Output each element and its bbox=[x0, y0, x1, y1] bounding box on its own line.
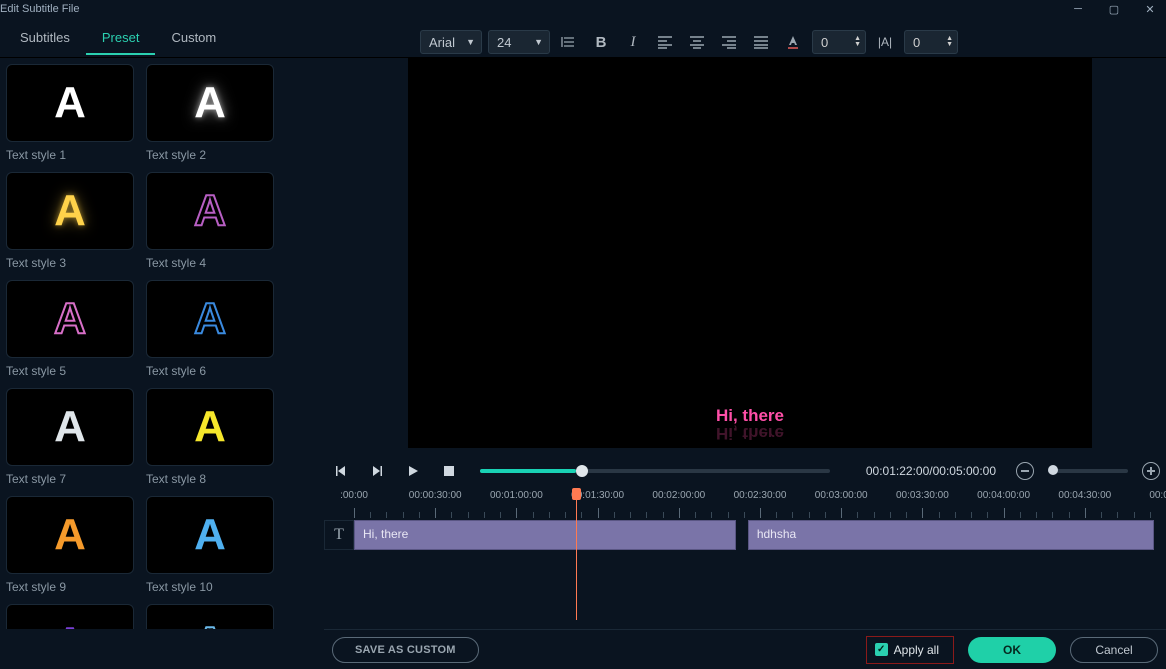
preset-style-label: Text style 5 bbox=[6, 364, 134, 378]
ruler-tick: :00:00 bbox=[340, 490, 368, 501]
maximize-button[interactable]: ▢ bbox=[1102, 3, 1126, 16]
seek-knob[interactable] bbox=[576, 465, 588, 477]
align-justify-button[interactable] bbox=[748, 30, 774, 54]
preset-style-label: Text style 2 bbox=[146, 148, 274, 162]
minimize-button[interactable]: ─ bbox=[1066, 3, 1090, 16]
preset-style-12[interactable]: AText style 12 bbox=[146, 604, 274, 629]
preset-style-8[interactable]: AText style 8 bbox=[146, 388, 274, 486]
subtitle-clip-1[interactable]: Hi, there bbox=[354, 520, 736, 550]
preset-style-label: Text style 6 bbox=[146, 364, 274, 378]
timecode: 00:01:22:00/00:05:00:00 bbox=[866, 464, 996, 478]
line-spacing-stepper[interactable]: 0 ▲▼ bbox=[904, 30, 958, 54]
apply-all-label: Apply all bbox=[894, 643, 939, 657]
apply-all-checkbox[interactable]: ✓ bbox=[875, 643, 888, 656]
ruler-tick: 00:05:0 bbox=[1149, 490, 1166, 501]
ruler-tick: 00:02:00:00 bbox=[652, 490, 705, 501]
letter-spacing-icon[interactable]: |A| bbox=[872, 30, 898, 54]
preset-style-11[interactable]: AText style 11 bbox=[6, 604, 134, 629]
play-button[interactable] bbox=[402, 460, 424, 482]
align-left-button[interactable] bbox=[652, 30, 678, 54]
preset-style-label: Text style 7 bbox=[6, 472, 134, 486]
subtitle-clip-2[interactable]: hdhsha bbox=[748, 520, 1154, 550]
chevron-down-icon: ▼ bbox=[534, 37, 543, 47]
char-spacing-stepper[interactable]: 0 ▲▼ bbox=[812, 30, 866, 54]
next-frame-button[interactable] bbox=[366, 460, 388, 482]
font-select[interactable]: Arial ▼ bbox=[420, 30, 482, 54]
tab-preset[interactable]: Preset bbox=[86, 20, 156, 55]
preset-style-label: Text style 10 bbox=[146, 580, 274, 594]
preset-style-3[interactable]: AText style 3 bbox=[6, 172, 134, 270]
line-height-icon[interactable] bbox=[556, 30, 582, 54]
timeline-tracks: T Hi, there hdhsha bbox=[324, 520, 1166, 629]
preset-style-9[interactable]: AText style 9 bbox=[6, 496, 134, 594]
apply-all-group[interactable]: ✓ Apply all bbox=[866, 636, 954, 664]
preset-style-1[interactable]: AText style 1 bbox=[6, 64, 134, 162]
prev-frame-button[interactable] bbox=[330, 460, 352, 482]
preset-style-label: Text style 1 bbox=[6, 148, 134, 162]
window-title: Edit Subtitle File bbox=[0, 3, 79, 15]
preset-style-6[interactable]: AText style 6 bbox=[146, 280, 274, 378]
align-center-button[interactable] bbox=[684, 30, 710, 54]
font-size-value: 24 bbox=[497, 35, 511, 50]
preset-style-2[interactable]: AText style 2 bbox=[146, 64, 274, 162]
char-spacing-value: 0 bbox=[821, 35, 828, 50]
playhead[interactable] bbox=[576, 490, 577, 620]
preset-style-label: Text style 3 bbox=[6, 256, 134, 270]
timeline-ruler[interactable]: :00:0000:00:30:0000:01:00:0000:01:30:000… bbox=[324, 490, 1166, 520]
playback-controls: 00:01:22:00/00:05:00:00 bbox=[324, 454, 1166, 488]
preset-style-7[interactable]: AText style 7 bbox=[6, 388, 134, 486]
preset-panel[interactable]: AText style 1AText style 2AText style 3A… bbox=[0, 58, 318, 629]
preset-style-5[interactable]: AText style 5 bbox=[6, 280, 134, 378]
preset-style-label: Text style 9 bbox=[6, 580, 134, 594]
italic-button[interactable]: I bbox=[620, 30, 646, 54]
tab-subtitles[interactable]: Subtitles bbox=[4, 20, 86, 55]
preset-style-10[interactable]: AText style 10 bbox=[146, 496, 274, 594]
close-button[interactable]: ✕ bbox=[1138, 3, 1162, 16]
preset-style-4[interactable]: AText style 4 bbox=[146, 172, 274, 270]
preset-style-label: Text style 8 bbox=[146, 472, 274, 486]
align-right-button[interactable] bbox=[716, 30, 742, 54]
preview-subtitle-reflection: Hi, there bbox=[408, 423, 1092, 443]
line-spacing-value: 0 bbox=[913, 35, 920, 50]
footer: SAVE AS CUSTOM ✓ Apply all OK Cancel bbox=[324, 629, 1166, 669]
preset-style-label: Text style 4 bbox=[146, 256, 274, 270]
font-select-value: Arial bbox=[429, 35, 455, 50]
ruler-tick: 00:01:00:00 bbox=[490, 490, 543, 501]
zoom-slider[interactable] bbox=[1048, 469, 1128, 473]
tab-custom[interactable]: Custom bbox=[155, 20, 232, 55]
ruler-tick: 00:03:00:00 bbox=[815, 490, 868, 501]
video-preview[interactable]: Hi, there Hi, there bbox=[408, 58, 1092, 448]
preview-area: Hi, there Hi, there bbox=[324, 58, 1166, 450]
ruler-tick: 00:03:30:00 bbox=[896, 490, 949, 501]
chevron-down-icon: ▼ bbox=[466, 37, 475, 47]
font-size-select[interactable]: 24 ▼ bbox=[488, 30, 550, 54]
zoom-in-button[interactable] bbox=[1142, 462, 1160, 480]
text-toolbar: Arial ▼ 24 ▼ B I 0 ▲▼ |A| 0 ▲▼ bbox=[420, 26, 1160, 58]
seek-bar[interactable] bbox=[480, 469, 830, 473]
bold-button[interactable]: B bbox=[588, 30, 614, 54]
text-track-lane[interactable]: Hi, there hdhsha bbox=[354, 520, 1166, 550]
ruler-tick: 00:04:30:00 bbox=[1058, 490, 1111, 501]
font-color-button[interactable] bbox=[780, 30, 806, 54]
ruler-tick: 00:04:00:00 bbox=[977, 490, 1030, 501]
stop-button[interactable] bbox=[438, 460, 460, 482]
ruler-tick: 00:02:30:00 bbox=[734, 490, 787, 501]
save-as-custom-button[interactable]: SAVE AS CUSTOM bbox=[332, 637, 479, 663]
ruler-tick: 00:00:30:00 bbox=[409, 490, 462, 501]
zoom-out-button[interactable] bbox=[1016, 462, 1034, 480]
text-track-header[interactable]: T bbox=[324, 520, 354, 550]
cancel-button[interactable]: Cancel bbox=[1070, 637, 1158, 663]
ok-button[interactable]: OK bbox=[968, 637, 1056, 663]
